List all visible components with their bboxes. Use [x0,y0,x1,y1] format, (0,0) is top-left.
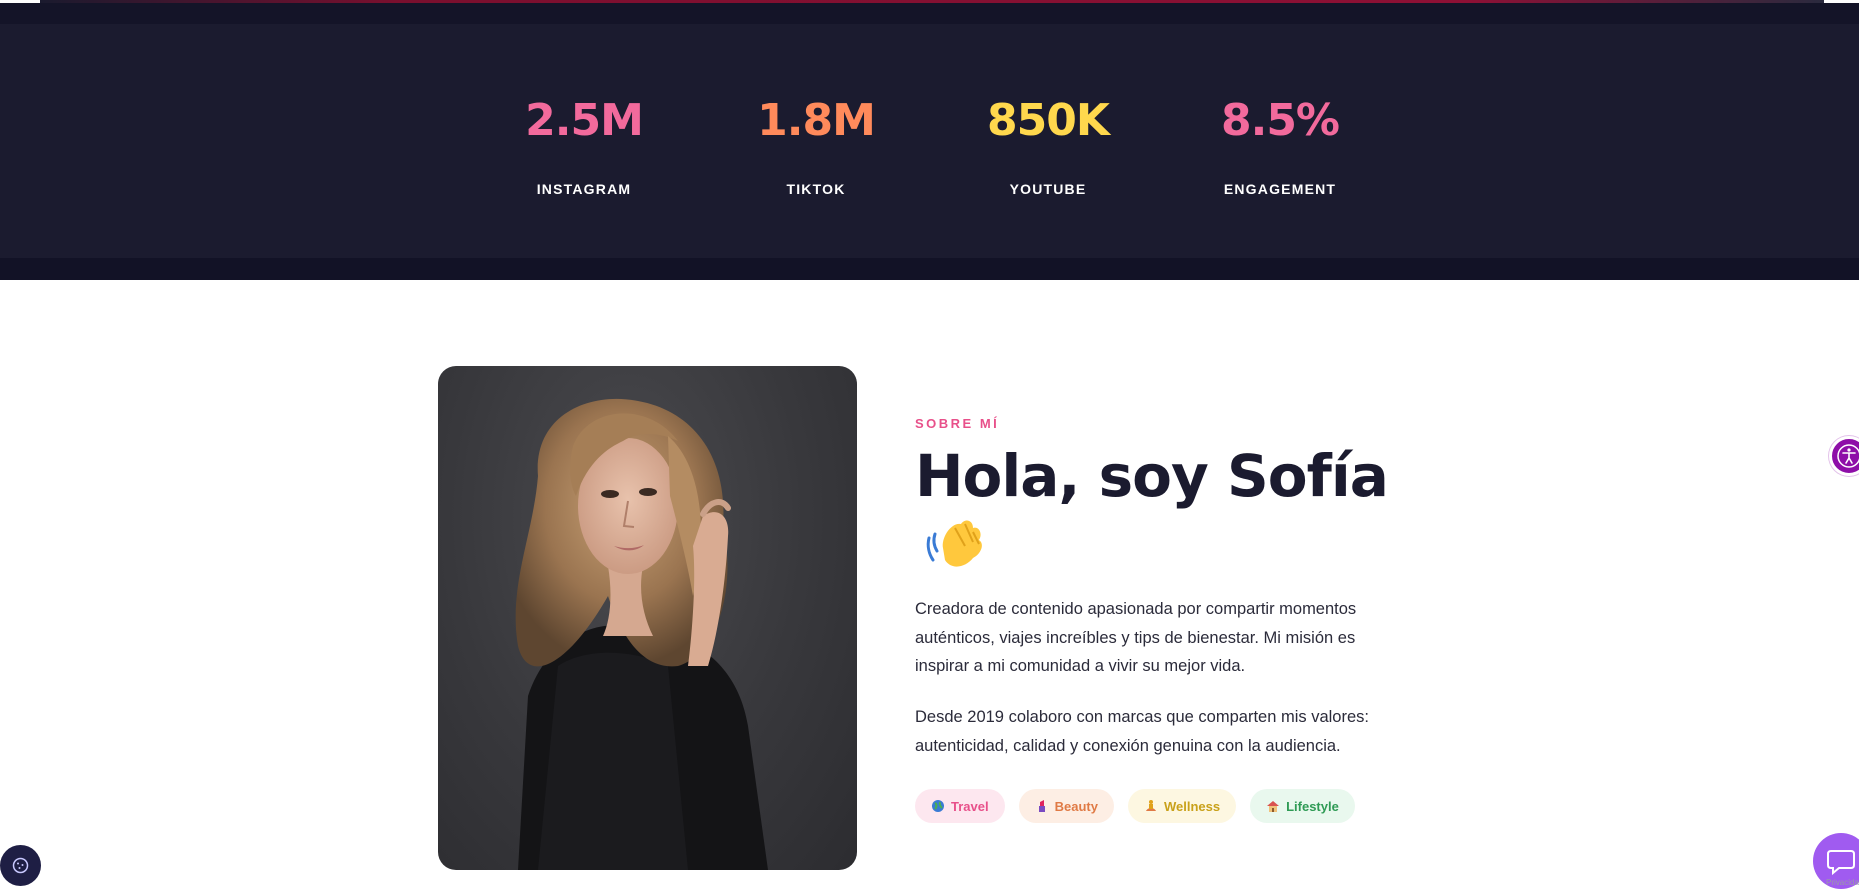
accessibility-icon [1837,444,1859,468]
profile-photo [438,366,857,870]
hero-bottom-edge [40,0,1824,3]
portrait-illustration [515,398,768,870]
stat-value: 8.5% [1220,95,1340,146]
stat-label: TIKTOK [786,181,846,197]
stat-label: YOUTUBE [1009,181,1087,197]
stat-value: 850K [987,95,1110,146]
cookie-settings-button[interactable] [0,845,41,886]
accessibility-button[interactable] [1829,436,1859,476]
section-eyebrow: SOBRE MÍ [915,416,1000,431]
top-edge-left [0,0,40,3]
tag-label: Beauty [1054,798,1098,814]
house-icon [1267,801,1280,812]
tag-label: Lifestyle [1286,798,1339,814]
tag-travel[interactable]: Travel [915,789,1005,823]
stat-value: 2.5M [525,95,644,146]
meditation-icon [1145,800,1156,811]
top-edge-right [1824,0,1859,3]
recaptcha-text: Privacidad [1826,878,1859,887]
tag-label: Travel [951,798,989,814]
stat-label: INSTAGRAM [536,181,632,197]
stats-section: 2.5M INSTAGRAM 1.8M TIKTOK 850K YOUTUBE … [0,24,1859,258]
lipstick-icon [1038,800,1045,812]
tag-label: Wellness [1163,798,1221,814]
cookie-icon [12,857,29,874]
tag-lifestyle[interactable]: Lifestyle [1250,789,1355,823]
top-strip [0,0,1859,24]
stats-bottom-band [0,258,1859,280]
about-title: Hola, soy Sofía [915,442,1389,510]
about-paragraph-2: Desde 2019 colaboro con marcas que compa… [915,708,1369,755]
about-paragraph-1: Creadora de contenido apasionada por com… [915,600,1357,675]
tag-wellness[interactable]: Wellness [1127,789,1237,823]
tag-beauty[interactable]: Beauty [1018,789,1114,823]
interest-tags: Travel Beauty Wellness Lifestyle [915,789,1355,823]
globe-icon [932,800,944,812]
stat-value: 1.8M [757,95,876,146]
waving-hand-icon [921,508,991,578]
stat-label: ENGAGEMENT [1223,181,1337,197]
